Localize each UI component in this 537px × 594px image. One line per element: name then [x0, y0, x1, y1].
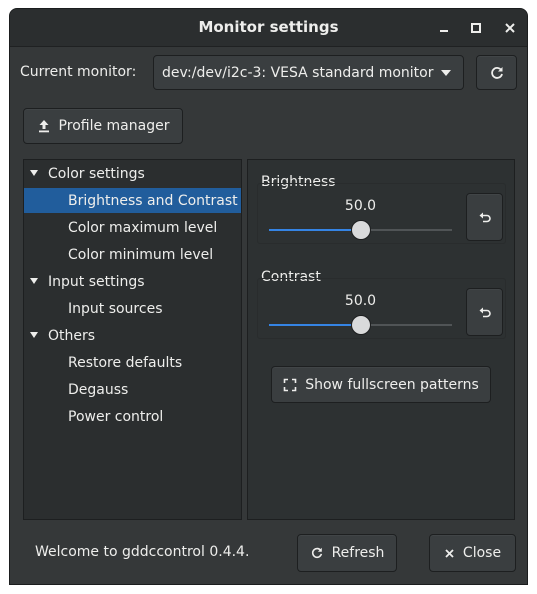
tree-item-restore-defaults[interactable]: Restore defaults [24, 350, 241, 375]
close-icon [445, 548, 454, 558]
reload-monitors-button[interactable] [476, 55, 517, 90]
tree-item-label: Others [48, 327, 96, 344]
contrast-value: 50.0 [344, 293, 377, 309]
brightness-slider[interactable] [350, 220, 371, 240]
tree-item-label: Degauss [68, 381, 129, 398]
brightness-fill [269, 229, 361, 231]
profile-manager-label: Profile manager [58, 118, 170, 134]
close-window-button[interactable] [498, 16, 522, 40]
expander-icon [30, 332, 38, 338]
upload-icon [38, 120, 49, 133]
fullscreen-patterns-label: Show fullscreen patterns [305, 376, 479, 393]
maximize-button[interactable] [464, 16, 488, 40]
close-icon [505, 23, 515, 33]
monitor-select[interactable]: dev:/dev/i2c-3: VESA standard monitor [153, 55, 464, 90]
tree-item-label: Power control [68, 408, 164, 425]
tree-item-label: Color minimum level [68, 246, 214, 263]
tree-group-others[interactable]: Others [24, 323, 241, 348]
tree-group-color-settings[interactable]: Color settings [24, 161, 241, 186]
tree-group-input-settings[interactable]: Input settings [24, 269, 241, 294]
tree-item-label: Restore defaults [68, 354, 183, 371]
tree-item-color-minimum-level[interactable]: Color minimum level [24, 242, 241, 267]
fullscreen-icon [283, 378, 297, 391]
contrast-reset-button[interactable] [466, 288, 503, 336]
maximize-icon [471, 23, 481, 33]
refresh-label: Refresh [331, 545, 385, 561]
chevron-down-icon [441, 70, 451, 76]
refresh-icon [490, 66, 503, 79]
contrast-fill [269, 324, 361, 326]
monitor-settings-window: Monitor settings Current monitor: dev:/d… [9, 8, 528, 585]
contrast-slider[interactable] [350, 315, 371, 335]
minimize-icon [440, 30, 448, 32]
close-button[interactable]: Close [429, 534, 516, 572]
tree-item-label: Input settings [48, 273, 145, 290]
settings-tree: Color settings Brightness and Contrast C… [23, 159, 242, 520]
refresh-button[interactable]: Refresh [297, 534, 397, 572]
monitor-select-value: dev:/dev/i2c-3: VESA standard monitor [162, 64, 434, 81]
tree-item-power-control[interactable]: Power control [24, 404, 241, 429]
undo-icon [479, 212, 491, 223]
tree-item-brightness-contrast[interactable]: Brightness and Contrast [24, 188, 241, 213]
refresh-icon [311, 547, 322, 559]
expander-icon [30, 278, 38, 284]
tree-item-degauss[interactable]: Degauss [24, 377, 241, 402]
close-label: Close [462, 545, 502, 561]
tree-item-color-maximum-level[interactable]: Color maximum level [24, 215, 241, 240]
tree-item-input-sources[interactable]: Input sources [24, 296, 241, 321]
brightness-reset-button[interactable] [466, 193, 503, 241]
show-fullscreen-patterns-button[interactable]: Show fullscreen patterns [271, 366, 491, 403]
tree-item-label: Input sources [68, 300, 163, 317]
tree-item-label: Brightness and Contrast [68, 192, 238, 209]
expander-icon [30, 170, 38, 176]
profile-manager-button[interactable]: Profile manager [23, 108, 183, 144]
controls-panel: Brightness 50.0 Contrast 50.0 Show fulls… [247, 159, 515, 520]
title-bar: Monitor settings [10, 9, 527, 47]
tree-item-label: Color settings [48, 165, 145, 182]
tree-item-label: Color maximum level [68, 219, 218, 236]
brightness-value: 50.0 [344, 198, 377, 214]
current-monitor-label: Current monitor: [20, 64, 137, 80]
minimize-button[interactable] [432, 16, 456, 40]
status-text: Welcome to gddccontrol 0.4.4. [35, 544, 250, 560]
undo-icon [479, 307, 491, 318]
